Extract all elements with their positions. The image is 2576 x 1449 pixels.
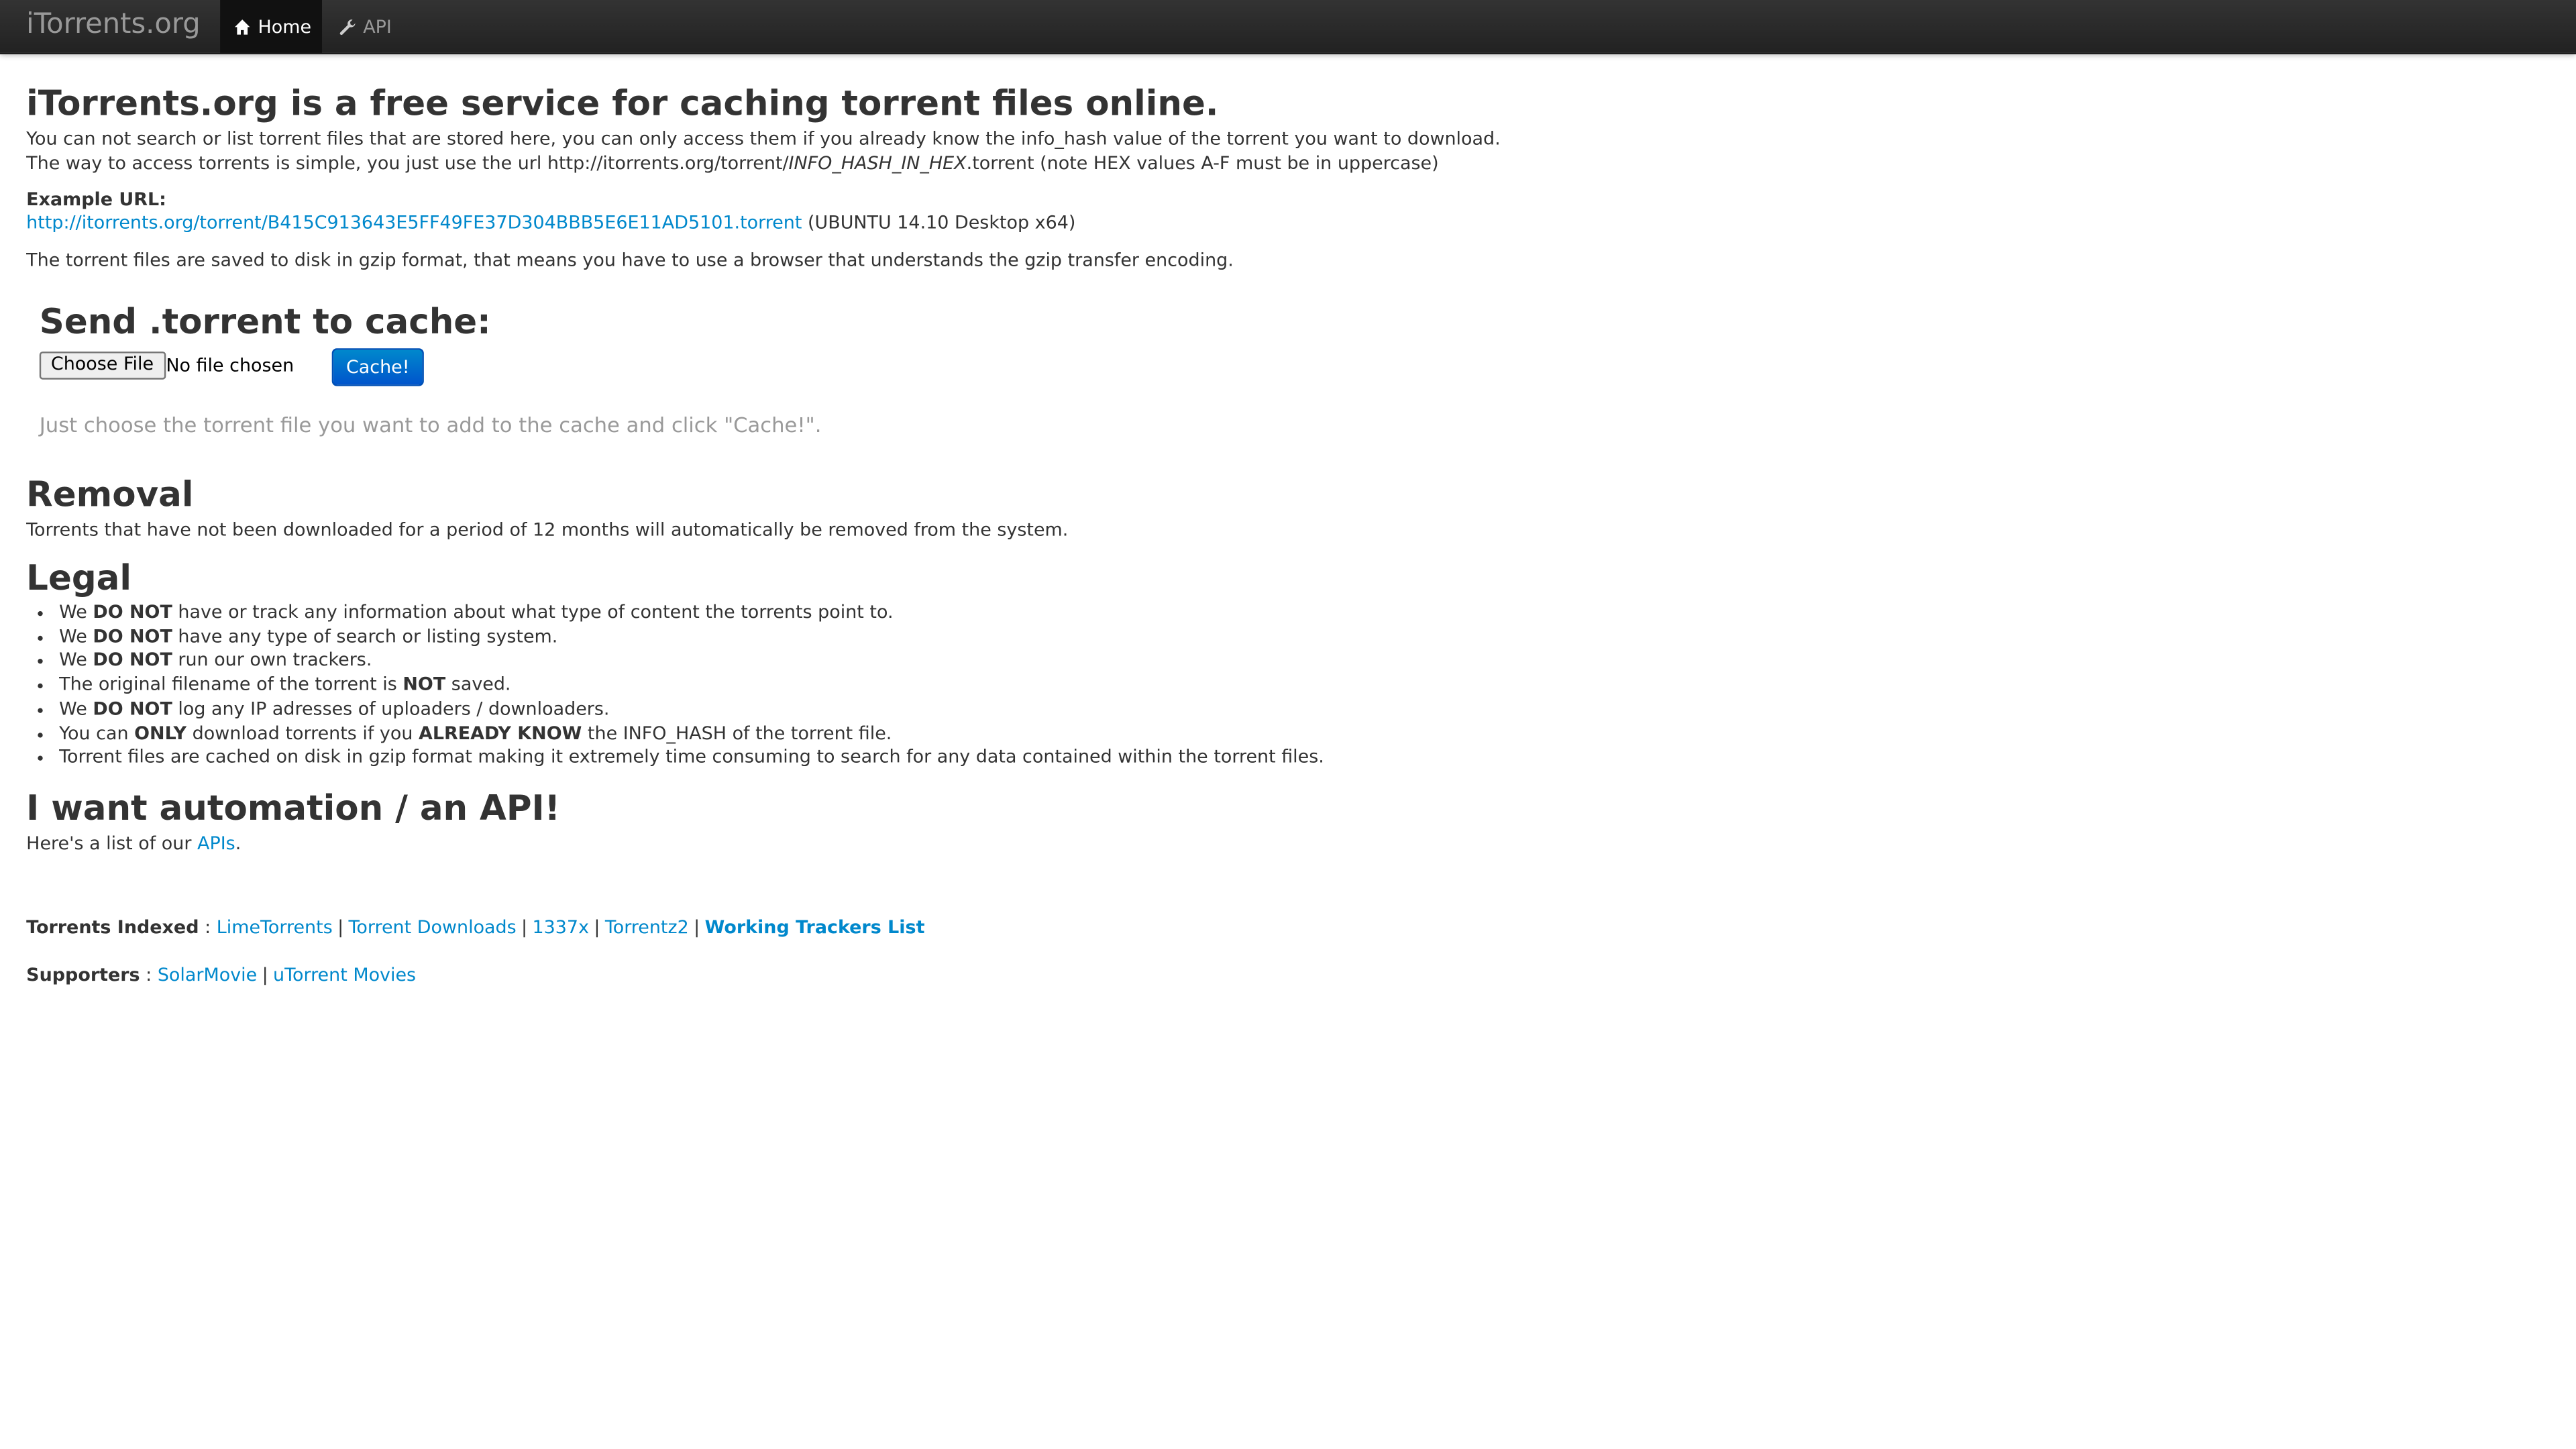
gzip-note: The torrent files are saved to disk in g… xyxy=(26,250,1234,272)
legal-item: We DO NOT run our own trackers. xyxy=(59,649,1324,674)
legal-item-emphasis: NOT xyxy=(402,674,446,696)
legal-item-text: download torrents if you xyxy=(186,722,419,744)
working-trackers-list-link[interactable]: Working Trackers List xyxy=(705,917,925,938)
example-url-label: Example URL: xyxy=(26,189,166,211)
limetorrents-link[interactable]: LimeTorrents xyxy=(217,917,333,938)
removal-text: Torrents that have not been downloaded f… xyxy=(26,519,1069,541)
legal-item-text: We xyxy=(59,649,93,672)
solarmovie-link[interactable]: SolarMovie xyxy=(158,965,257,986)
cache-button[interactable]: Cache! xyxy=(331,348,424,386)
legal-item-emphasis: DO NOT xyxy=(93,649,172,672)
torrentz2-link[interactable]: Torrentz2 xyxy=(605,917,689,938)
torrent-downloads-link[interactable]: Torrent Downloads xyxy=(349,917,517,938)
footer-separator: | xyxy=(337,916,344,938)
apis-link[interactable]: APIs xyxy=(197,833,235,855)
api-heading: I want automation / an API! xyxy=(26,788,561,828)
utorrent-movies-link[interactable]: uTorrent Movies xyxy=(273,965,416,986)
legal-item-emphasis: ALREADY KNOW xyxy=(418,722,582,744)
info-hash-placeholder: INFO_HASH_IN_HEX xyxy=(788,152,967,174)
example-url-line: http://itorrents.org/torrent/B415C913643… xyxy=(26,210,1075,235)
1337x-link[interactable]: 1337x xyxy=(533,917,590,938)
legal-item-text: log any IP adresses of uploaders / downl… xyxy=(172,698,610,720)
torrents-indexed-footer: Torrents Indexed : LimeTorrents | Torrent … xyxy=(26,915,924,940)
intro-text-line-2: The way to access torrents is simple, yo… xyxy=(26,151,1438,176)
footer-separator: | xyxy=(694,916,700,938)
footer-colon: : xyxy=(199,916,217,938)
legal-item-text: The original filename of the torrent is xyxy=(59,674,403,696)
supporters-footer: Supporters : SolarMovie | uTorrent Movies xyxy=(26,963,416,987)
legal-item-text: You can xyxy=(59,722,135,744)
legal-item: The original filename of the torrent is … xyxy=(59,674,1324,698)
page-title: iTorrents.org is a free service for cach… xyxy=(26,83,1219,123)
page-root: iTorrents.org Home API iTorrents.org is … xyxy=(0,0,2576,1449)
nav-item-home[interactable]: Home xyxy=(220,0,323,53)
footer-separator: | xyxy=(262,964,268,986)
legal-item-emphasis: DO NOT xyxy=(93,601,172,623)
wrench-icon xyxy=(338,17,356,36)
legal-item: Torrent files are cached on disk in gzip… xyxy=(59,746,1324,770)
legal-item-emphasis: ONLY xyxy=(134,722,187,744)
legal-item-emphasis: DO NOT xyxy=(93,625,172,647)
nav-item-label: Home xyxy=(258,15,312,38)
legal-item-text: run our own trackers. xyxy=(172,649,372,672)
legal-item-text: have any type of search or listing syste… xyxy=(172,625,558,647)
legal-item-emphasis: DO NOT xyxy=(93,698,172,720)
legal-item-text: Torrent files are cached on disk in gzip… xyxy=(59,746,1324,768)
top-navbar: iTorrents.org Home API xyxy=(0,0,2576,54)
legal-heading: Legal xyxy=(26,558,131,598)
legal-item-text: We xyxy=(59,601,93,623)
upload-help-text: Just choose the torrent file you want to… xyxy=(39,412,822,437)
upload-panel: Send .torrent to cache: Choose File No f… xyxy=(26,282,2523,447)
api-text-part: Here's a list of our xyxy=(26,833,198,855)
legal-item: We DO NOT have or track any information … xyxy=(59,601,1324,625)
site-brand[interactable]: iTorrents.org xyxy=(26,8,201,41)
removal-heading: Removal xyxy=(26,474,194,515)
footer-separator: | xyxy=(521,916,528,938)
legal-item-text: saved. xyxy=(445,674,511,696)
footer-colon: : xyxy=(140,964,158,986)
footer-separator: | xyxy=(594,916,600,938)
supporters-label: Supporters xyxy=(26,964,140,986)
legal-item-text: We xyxy=(59,698,93,720)
legal-item-text: have or track any information about what… xyxy=(172,601,894,623)
legal-list: We DO NOT have or track any information … xyxy=(26,601,1324,770)
api-text: Here's a list of our APIs. xyxy=(26,831,241,856)
intro-text-line-1: You can not search or list torrent files… xyxy=(26,128,1501,150)
nav-item-api[interactable]: API xyxy=(325,0,405,52)
intro-text-part: The way to access torrents is simple, yo… xyxy=(26,152,789,174)
legal-item-text: the INFO_HASH of the torrent file. xyxy=(582,722,892,744)
intro-text-part: .torrent (note HEX values A-F must be in… xyxy=(966,152,1439,174)
example-url-link[interactable]: http://itorrents.org/torrent/B415C913643… xyxy=(26,212,802,233)
legal-item: You can ONLY download torrents if you AL… xyxy=(59,722,1324,746)
choose-file-button[interactable]: Choose File xyxy=(39,352,166,380)
home-icon xyxy=(233,17,252,36)
legal-item: We DO NOT log any IP adresses of uploade… xyxy=(59,698,1324,722)
torrents-indexed-label: Torrents Indexed xyxy=(26,916,199,938)
api-text-part: . xyxy=(235,833,241,855)
legal-item: We DO NOT have any type of search or lis… xyxy=(59,625,1324,649)
nav-item-label: API xyxy=(363,15,392,38)
upload-title: Send .torrent to cache: xyxy=(39,302,491,342)
legal-item-text: We xyxy=(59,625,93,647)
file-status-text: No file chosen xyxy=(166,354,294,376)
example-url-note: (UBUNTU 14.10 Desktop x64) xyxy=(802,211,1076,233)
